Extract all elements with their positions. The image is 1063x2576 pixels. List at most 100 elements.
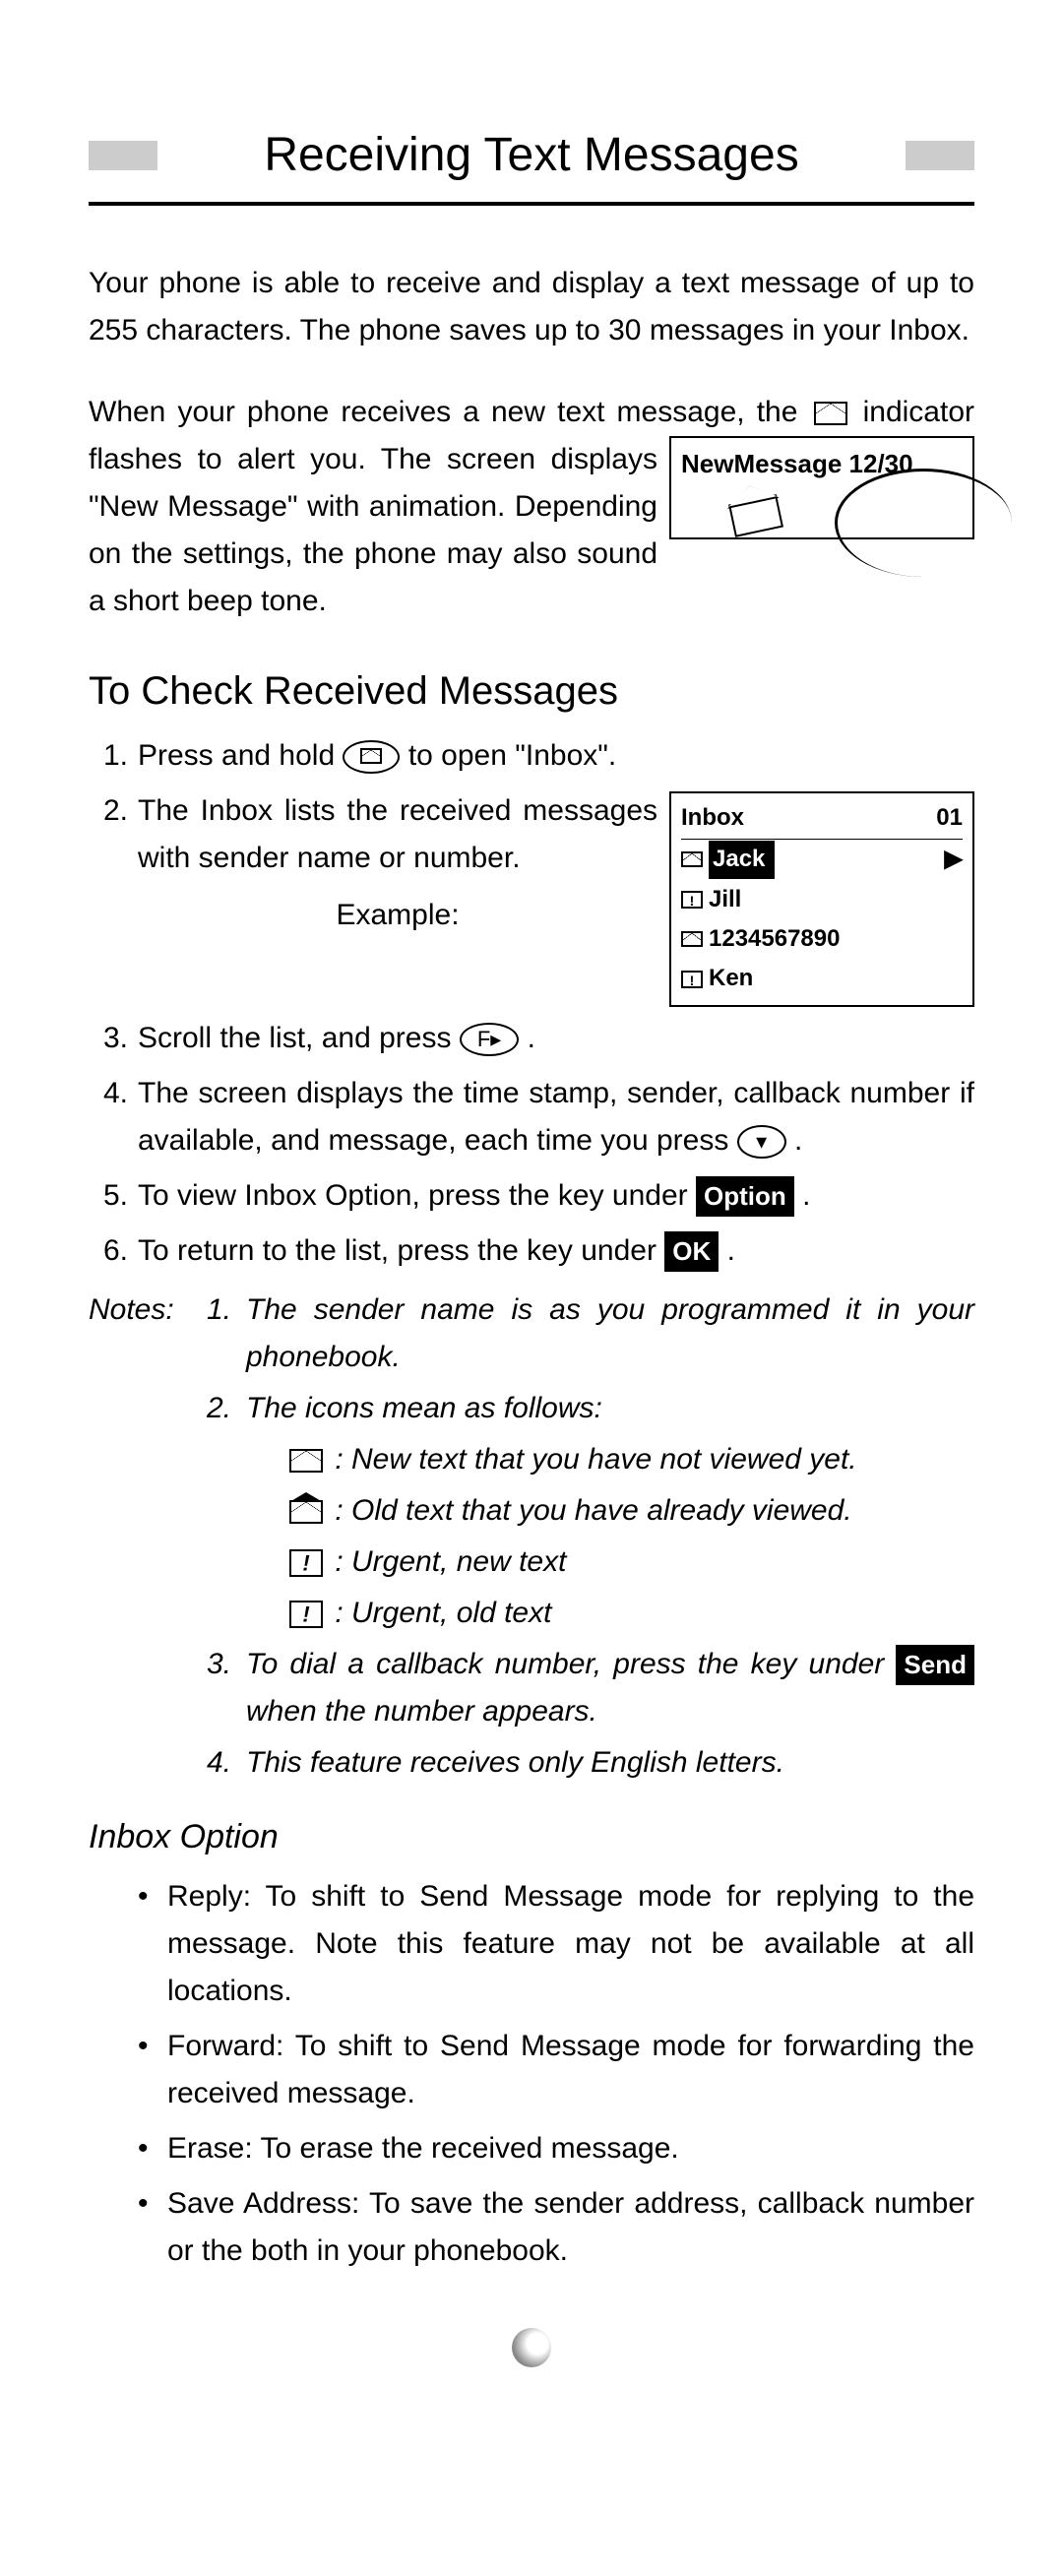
notes-section: Notes: 1.The sender name is as you progr… bbox=[89, 1287, 974, 1791]
note-3-text-a: To dial a callback number, press the key… bbox=[246, 1648, 896, 1680]
inbox-item-selected: Jack bbox=[709, 841, 775, 878]
inbox-item: Jill bbox=[709, 881, 741, 918]
option-erase: Erase: To erase the received message. bbox=[138, 2125, 974, 2172]
note-4: 4.This feature receives only English let… bbox=[207, 1739, 974, 1787]
title-bar: Receiving Text Messages bbox=[89, 118, 974, 194]
urgent-old-icon bbox=[289, 1601, 323, 1628]
inbox-title: Inbox bbox=[681, 799, 744, 837]
forward-label: Forward: bbox=[167, 2030, 283, 2062]
envelope-new-icon bbox=[289, 1449, 323, 1473]
inbox-item: Ken bbox=[709, 960, 753, 997]
note-3: 3.To dial a callback number, press the k… bbox=[207, 1641, 974, 1735]
mini-urgent-icon bbox=[681, 891, 703, 909]
save-address-label: Save Address: bbox=[167, 2187, 359, 2220]
page-footer bbox=[89, 2324, 974, 2368]
step-3-text-a: Scroll the list, and press bbox=[138, 1022, 460, 1054]
reply-text: To shift to Send Message mode for replyi… bbox=[167, 1880, 974, 2007]
step-5-text-b: . bbox=[802, 1179, 810, 1212]
step-number: 6. bbox=[89, 1227, 128, 1275]
envelope-icon bbox=[814, 402, 847, 425]
step-4-text-b: . bbox=[794, 1124, 802, 1157]
mini-envelope-open-icon bbox=[681, 931, 703, 947]
icon-legend-3: : Urgent, new text bbox=[246, 1539, 974, 1586]
erase-text: To erase the received message. bbox=[261, 2132, 679, 2165]
step-2-text: The Inbox lists the received messages wi… bbox=[138, 794, 657, 874]
down-key-icon: ▾ bbox=[737, 1125, 786, 1159]
step-5: 5. To view Inbox Option, press the key u… bbox=[138, 1172, 974, 1220]
mini-envelope-icon bbox=[681, 851, 703, 867]
animation-arc bbox=[835, 469, 1012, 577]
new-message-header: NewMessage 12/30 bbox=[681, 449, 913, 478]
step-number: 1. bbox=[89, 732, 128, 780]
steps-list: 1. Press and hold to open "Inbox". 2. In… bbox=[89, 732, 974, 1275]
inbox-row: Jack ▶ bbox=[681, 840, 963, 879]
icon-legend-2-text: : Old text that you have already viewed. bbox=[335, 1494, 851, 1527]
note-2: 2.The icons mean as follows: : New text … bbox=[207, 1385, 974, 1637]
inbox-header: Inbox 01 bbox=[681, 799, 963, 840]
erase-label: Erase: bbox=[167, 2132, 253, 2165]
step-number: 3. bbox=[89, 1015, 128, 1062]
page-title: Receiving Text Messages bbox=[264, 118, 798, 194]
envelope-key-icon bbox=[343, 740, 400, 774]
title-decoration-right bbox=[906, 141, 974, 170]
step-number: 2. bbox=[89, 787, 128, 835]
note-1: 1.The sender name is as you programmed i… bbox=[207, 1287, 974, 1381]
inbox-option-heading: Inbox Option bbox=[89, 1810, 974, 1863]
notes-body: 1.The sender name is as you programmed i… bbox=[207, 1287, 974, 1791]
note-4-text: This feature receives only English lette… bbox=[246, 1746, 784, 1779]
step-3: 3. Scroll the list, and press F▸ . bbox=[138, 1015, 974, 1062]
step-6-text-a: To return to the list, press the key und… bbox=[138, 1234, 664, 1267]
moon-icon bbox=[512, 2328, 551, 2367]
mini-urgent-old-icon bbox=[681, 971, 703, 988]
reply-label: Reply: bbox=[167, 1880, 251, 1913]
intro-paragraph-1: Your phone is able to receive and displa… bbox=[89, 260, 974, 354]
icon-legend-3-text: : Urgent, new text bbox=[335, 1545, 566, 1578]
section-check-heading: To Check Received Messages bbox=[89, 660, 974, 723]
inbox-row: 1234567890 bbox=[681, 919, 963, 959]
inbox-item: 1234567890 bbox=[709, 920, 840, 958]
inbox-screen: Inbox 01 Jack ▶ Jill 1234567890 Ken bbox=[669, 791, 974, 1007]
option-softkey: Option bbox=[696, 1176, 794, 1218]
step-number: 5. bbox=[89, 1172, 128, 1220]
envelope-open-icon bbox=[289, 1500, 323, 1524]
step-3-text-b: . bbox=[528, 1022, 535, 1054]
icon-legend-4: : Urgent, old text bbox=[246, 1590, 974, 1637]
step-5-text-a: To view Inbox Option, press the key unde… bbox=[138, 1179, 696, 1212]
icon-legend-4-text: : Urgent, old text bbox=[335, 1597, 551, 1629]
note-3-text-b: when the number appears. bbox=[246, 1695, 597, 1728]
note-1-text: The sender name is as you programmed it … bbox=[246, 1293, 974, 1373]
title-underline bbox=[89, 202, 974, 206]
step-number: 4. bbox=[89, 1070, 128, 1117]
option-reply: Reply: To shift to Send Message mode for… bbox=[138, 1873, 974, 2015]
urgent-new-icon bbox=[289, 1549, 323, 1577]
envelope-animation-icon bbox=[728, 494, 783, 537]
icon-legend-1-text: : New text that you have not viewed yet. bbox=[335, 1443, 856, 1476]
inbox-count: 01 bbox=[936, 799, 963, 837]
inbox-row: Jill bbox=[681, 880, 963, 919]
intro-paragraph-2: When your phone receives a new text mess… bbox=[89, 389, 974, 625]
options-list: Reply: To shift to Send Message mode for… bbox=[89, 1873, 974, 2275]
inbox-row: Ken bbox=[681, 959, 963, 998]
step-1-text-b: to open "Inbox". bbox=[408, 739, 616, 772]
option-forward: Forward: To shift to Send Message mode f… bbox=[138, 2023, 974, 2117]
step-6-text-b: . bbox=[727, 1234, 735, 1267]
step-6: 6. To return to the list, press the key … bbox=[138, 1227, 974, 1275]
icon-legend-2: : Old text that you have already viewed. bbox=[246, 1487, 974, 1535]
ok-softkey: OK bbox=[664, 1231, 719, 1273]
title-decoration-left bbox=[89, 141, 157, 170]
step-1: 1. Press and hold to open "Inbox". bbox=[138, 732, 974, 780]
step-4: 4. The screen displays the time stamp, s… bbox=[138, 1070, 974, 1164]
arrow-right-icon: ▶ bbox=[945, 841, 963, 878]
note-2-text: The icons mean as follows: bbox=[246, 1392, 602, 1424]
option-save-address: Save Address: To save the sender address… bbox=[138, 2180, 974, 2275]
forward-text: To shift to Send Message mode for forwar… bbox=[167, 2030, 974, 2109]
icon-legend-1: : New text that you have not viewed yet. bbox=[246, 1436, 974, 1483]
step-2: 2. Inbox 01 Jack ▶ Jill 1234567890 Ken bbox=[138, 787, 974, 1007]
step-1-text-a: Press and hold bbox=[138, 739, 343, 772]
forward-key-icon: F▸ bbox=[460, 1023, 519, 1056]
intro2-text-a: When your phone receives a new text mess… bbox=[89, 396, 810, 428]
new-message-screen: NewMessage 12/30 bbox=[669, 436, 974, 539]
send-softkey: Send bbox=[896, 1645, 974, 1686]
notes-label: Notes: bbox=[89, 1287, 187, 1791]
mini-envelope-icon bbox=[360, 748, 382, 764]
